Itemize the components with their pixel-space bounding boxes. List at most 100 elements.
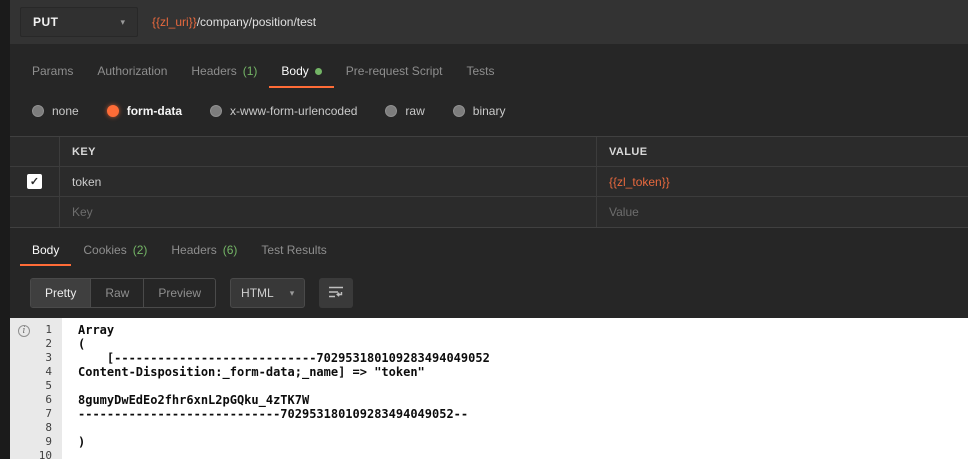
code-line: 4 Content-Disposition:_form-data;_name] …: [10, 365, 968, 379]
line-number: 7: [45, 407, 52, 420]
line-text: (: [78, 337, 86, 351]
line-text: [62, 449, 78, 459]
code-line: 1 Array: [10, 323, 968, 337]
radio-raw[interactable]: raw: [385, 104, 425, 118]
key-column-header: KEY: [60, 137, 597, 166]
method-label: PUT: [33, 15, 59, 29]
tab-response-body[interactable]: Body: [20, 236, 72, 266]
line-text: 8gumyDwEdEo2fhr6xnL2pGQku_4zTK7W: [78, 393, 310, 407]
line-number: 2: [45, 337, 52, 350]
line-text: Array: [78, 323, 115, 337]
checkbox-cell: ✓: [10, 167, 60, 196]
tab-label: Headers: [191, 64, 237, 78]
tab-response-headers[interactable]: Headers (6): [159, 236, 249, 266]
url-path: /company/position/test: [196, 15, 317, 29]
line-number: 8: [45, 421, 52, 434]
code-line: 8: [10, 421, 968, 435]
line-text: ): [78, 435, 86, 449]
response-body-code: i 1 Array 2 ( 3 [-----------------------…: [10, 318, 968, 459]
wrap-lines-icon: [328, 285, 344, 302]
radio-form-data[interactable]: form-data: [106, 104, 183, 118]
line-number: 5: [45, 379, 52, 392]
line-text: ----------------------------702953180109…: [78, 407, 469, 421]
wrap-lines-button[interactable]: [319, 278, 354, 308]
line-text: [62, 421, 78, 435]
pretty-button[interactable]: Pretty: [31, 279, 92, 307]
tab-tests[interactable]: Tests: [454, 56, 506, 88]
value-column-header: VALUE: [609, 145, 648, 158]
tab-cookies[interactable]: Cookies (2): [71, 236, 159, 266]
code-line: 5: [10, 379, 968, 393]
code-line: 6 8gumyDwEdEo2fhr6xnL2pGQku_4zTK7W: [10, 393, 968, 407]
line-text: Content-Disposition:_form-data;_name] =>…: [78, 365, 425, 379]
tab-params[interactable]: Params: [20, 56, 85, 88]
line-number: 6: [45, 393, 52, 406]
code-line: 2 (: [10, 337, 968, 351]
radio-label: form-data: [126, 104, 183, 118]
key-cell[interactable]: token: [60, 167, 597, 196]
code-line: 9 ): [10, 435, 968, 449]
method-dropdown[interactable]: PUT ▾: [20, 7, 138, 37]
table-placeholder-row: Key Value: [10, 197, 968, 227]
radio-icon: [385, 105, 398, 117]
radio-label: none: [52, 104, 79, 118]
preview-button[interactable]: Preview: [144, 279, 215, 307]
radio-x-www-form-urlencoded[interactable]: x-www-form-urlencoded: [210, 104, 357, 118]
left-edge-strip: [0, 0, 10, 459]
chevron-down-icon: ▾: [120, 16, 125, 27]
tab-pre-request-script[interactable]: Pre-request Script: [334, 56, 455, 88]
radio-label: raw: [405, 104, 425, 118]
table-header-row: KEY VALUE: [10, 137, 968, 167]
url-input[interactable]: {{zl_uri}}/company/position/test: [138, 7, 958, 37]
tab-label: Authorization: [97, 64, 168, 78]
response-toolbar: Pretty Raw Preview HTML ▾: [30, 278, 968, 308]
table-row: ✓ token {{zl_token}}: [10, 167, 968, 197]
tab-authorization[interactable]: Authorization: [85, 56, 179, 88]
row-checkbox[interactable]: ✓: [27, 174, 42, 189]
radio-selected-icon: [106, 105, 119, 117]
checkbox-header-cell: [10, 137, 60, 166]
radio-label: binary: [472, 104, 506, 118]
tab-test-results[interactable]: Test Results: [249, 236, 338, 266]
tab-label: Cookies: [83, 243, 127, 257]
request-tabs: Params Authorization Headers (1) Body Pr…: [10, 56, 968, 88]
code-line: 10: [10, 449, 968, 459]
postman-app: PUT ▾ {{zl_uri}}/company/position/test P…: [0, 0, 968, 459]
format-select[interactable]: HTML ▾: [230, 278, 306, 308]
info-icon[interactable]: i: [18, 325, 30, 337]
radio-binary[interactable]: binary: [452, 104, 506, 118]
value-placeholder-cell[interactable]: Value: [597, 197, 968, 227]
value-cell[interactable]: {{zl_token}}: [597, 167, 968, 196]
tab-label: Body: [32, 243, 60, 257]
tab-label: Body: [281, 64, 309, 78]
main-panel: PUT ▾ {{zl_uri}}/company/position/test P…: [10, 0, 968, 459]
tab-count: (6): [222, 243, 238, 257]
format-select-value: HTML: [241, 286, 274, 300]
tab-count: (2): [132, 243, 148, 257]
line-number: 3: [45, 351, 52, 364]
radio-icon: [32, 105, 44, 117]
code-line: 3 [----------------------------702953180…: [10, 351, 968, 365]
tab-label: Headers: [171, 243, 217, 257]
raw-button[interactable]: Raw: [91, 279, 145, 307]
body-type-radio-group: none form-data x-www-form-urlencoded raw…: [10, 98, 968, 124]
radio-label: x-www-form-urlencoded: [230, 104, 358, 118]
checkbox-cell: [10, 197, 60, 227]
tab-body[interactable]: Body: [269, 56, 334, 88]
tab-count: (1): [242, 64, 258, 78]
key-placeholder-cell[interactable]: Key: [60, 197, 597, 227]
line-number: 4: [45, 365, 52, 378]
line-number: 9: [45, 435, 52, 448]
tab-label: Tests: [466, 64, 495, 78]
view-button-group: Pretty Raw Preview: [30, 278, 217, 308]
url-variable: {{zl_uri}}: [152, 15, 197, 29]
tab-headers[interactable]: Headers (1): [179, 56, 269, 88]
response-tabs: Body Cookies (2) Headers (6) Test Result…: [10, 236, 968, 266]
radio-icon: [452, 105, 465, 117]
radio-icon: [210, 105, 223, 117]
tab-label: Params: [32, 64, 74, 78]
body-indicator-dot-icon: [314, 67, 322, 75]
line-number: 10: [38, 449, 52, 459]
radio-none[interactable]: none: [32, 104, 79, 118]
request-bar: PUT ▾ {{zl_uri}}/company/position/test: [10, 0, 968, 44]
